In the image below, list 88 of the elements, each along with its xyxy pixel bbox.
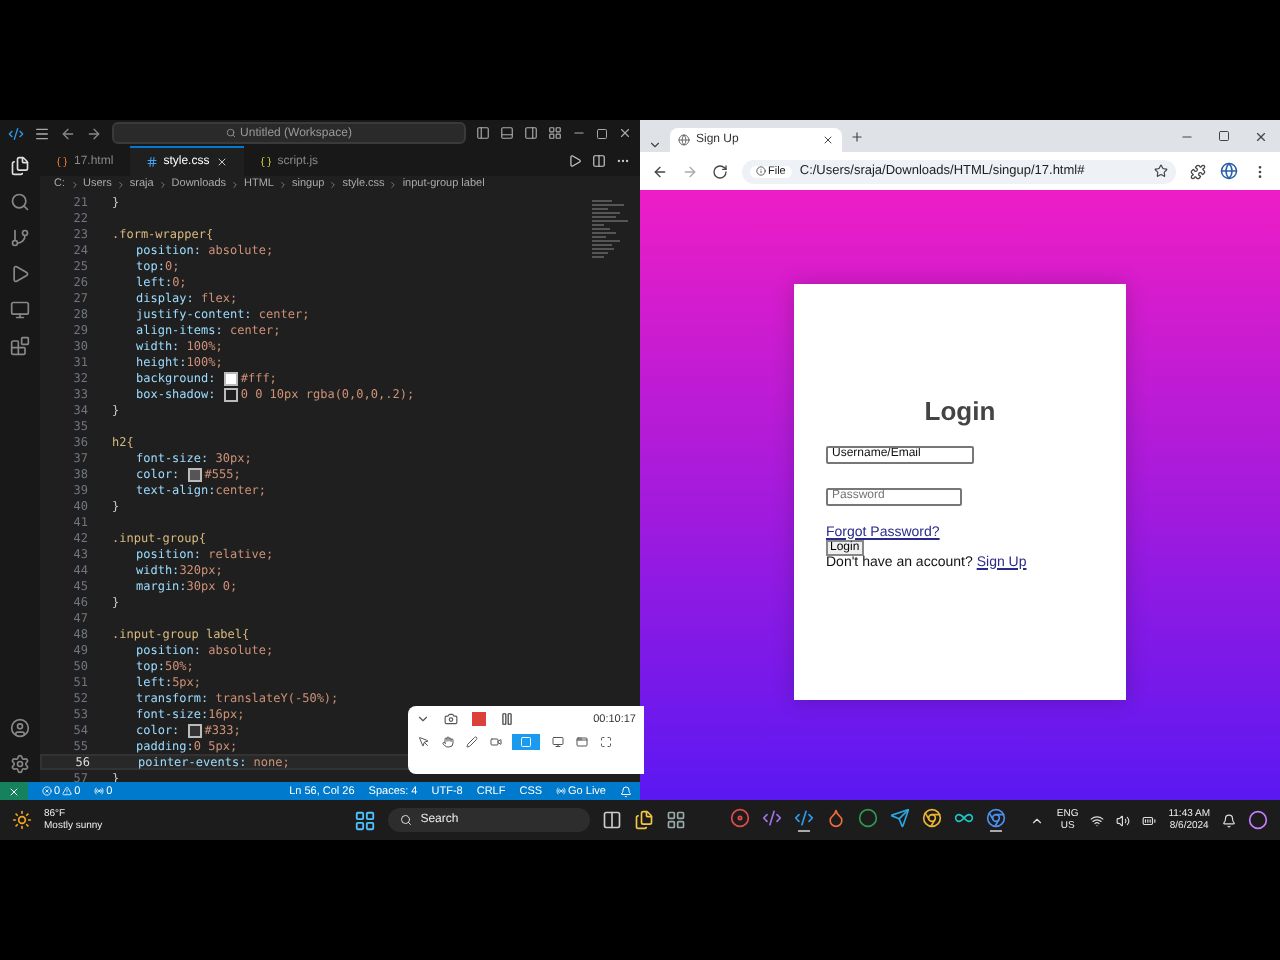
bell-icon[interactable] — [1222, 813, 1236, 827]
remote-button[interactable] — [0, 782, 28, 800]
files-icon[interactable] — [10, 156, 30, 176]
extensions-icon[interactable] — [1190, 163, 1206, 179]
pause-icon[interactable] — [500, 712, 514, 726]
play-icon[interactable] — [10, 264, 30, 284]
region-icon — [520, 736, 532, 748]
back-icon[interactable] — [60, 125, 76, 141]
chevron-icon — [230, 179, 241, 189]
tool-button[interactable] — [440, 734, 454, 750]
braces-icon — [259, 156, 272, 168]
monitor-icon — [551, 736, 563, 748]
pointer-icon — [417, 736, 429, 748]
browser-icon[interactable] — [986, 808, 1007, 828]
close-icon[interactable] — [618, 126, 632, 140]
star-icon[interactable] — [1154, 164, 1168, 178]
new-tab-icon[interactable] — [850, 130, 864, 144]
tool-button[interactable] — [574, 734, 588, 750]
start-icon[interactable] — [354, 809, 377, 831]
volume-icon[interactable] — [1116, 813, 1131, 827]
close-icon[interactable] — [1254, 129, 1268, 143]
search-icon[interactable] — [10, 192, 30, 212]
settings-icon[interactable] — [10, 754, 30, 774]
panel-left-icon[interactable] — [476, 126, 490, 140]
paper-plane-icon[interactable] — [890, 808, 911, 828]
ports-icon — [94, 786, 105, 796]
color-swatch[interactable] — [224, 387, 239, 401]
camera-icon[interactable] — [444, 712, 458, 726]
code-icon[interactable] — [762, 808, 783, 828]
minimize-icon[interactable] — [572, 126, 586, 140]
back-icon[interactable] — [652, 163, 668, 179]
app-logo-icon — [8, 125, 24, 141]
disc-icon[interactable] — [730, 808, 751, 828]
search-icon — [400, 814, 413, 826]
split-icon[interactable] — [592, 154, 606, 168]
chevron-icon — [328, 179, 339, 189]
search-icon — [226, 128, 237, 138]
battery-icon[interactable] — [1142, 813, 1157, 827]
tool-button[interactable] — [550, 734, 564, 750]
tool-button[interactable] — [416, 734, 430, 750]
warning-icon — [62, 786, 73, 796]
reload-icon[interactable] — [712, 163, 728, 179]
more-icon[interactable] — [616, 154, 630, 168]
video-icon — [489, 736, 501, 748]
remote-icon — [8, 785, 20, 797]
chevron-icon — [69, 179, 79, 189]
panel-bottom-icon[interactable] — [500, 126, 514, 140]
monitor-icon[interactable] — [10, 300, 30, 320]
wifi-icon[interactable] — [1090, 813, 1105, 827]
hash-icon — [145, 156, 158, 168]
globe-icon — [678, 134, 690, 146]
layout-icon[interactable] — [548, 126, 562, 140]
color-swatch[interactable] — [188, 467, 203, 481]
close-icon[interactable] — [822, 134, 834, 146]
task-view-icon[interactable] — [602, 810, 623, 830]
chevron-icon — [115, 179, 126, 189]
maximize-icon[interactable] — [1218, 129, 1230, 141]
menu-icon[interactable] — [34, 125, 50, 141]
dot-icon[interactable] — [858, 808, 879, 828]
branch-icon[interactable] — [10, 228, 30, 248]
code-icon[interactable] — [794, 808, 815, 828]
droplet-icon[interactable] — [826, 808, 847, 828]
forward-icon[interactable] — [86, 125, 102, 141]
chevron-icon — [388, 179, 399, 189]
hand-icon — [441, 736, 453, 748]
tab-list-icon[interactable] — [648, 138, 662, 152]
panel-right-icon[interactable] — [524, 126, 538, 140]
run-icon[interactable] — [568, 154, 582, 168]
browser-icon[interactable] — [922, 808, 943, 828]
color-swatch[interactable] — [188, 723, 203, 737]
weather-icon — [12, 810, 32, 830]
tool-button[interactable] — [488, 734, 502, 750]
collapse-icon[interactable] — [416, 712, 430, 726]
chevron-icon — [278, 179, 288, 189]
braces-icon — [56, 156, 68, 168]
infinity-icon[interactable] — [954, 808, 975, 828]
broadcast-icon — [556, 786, 567, 796]
blocks-icon[interactable] — [10, 336, 30, 356]
window-icon — [575, 736, 587, 748]
error-icon — [42, 786, 52, 796]
info-icon — [756, 166, 766, 176]
pen-icon — [465, 736, 477, 748]
form-title: Login — [922, 395, 998, 425]
maximize-icon[interactable] — [596, 127, 608, 139]
account-icon[interactable] — [10, 718, 30, 738]
color-swatch[interactable] — [224, 371, 239, 385]
tool-button[interactable] — [464, 734, 478, 750]
chevron-icon — [157, 179, 168, 189]
